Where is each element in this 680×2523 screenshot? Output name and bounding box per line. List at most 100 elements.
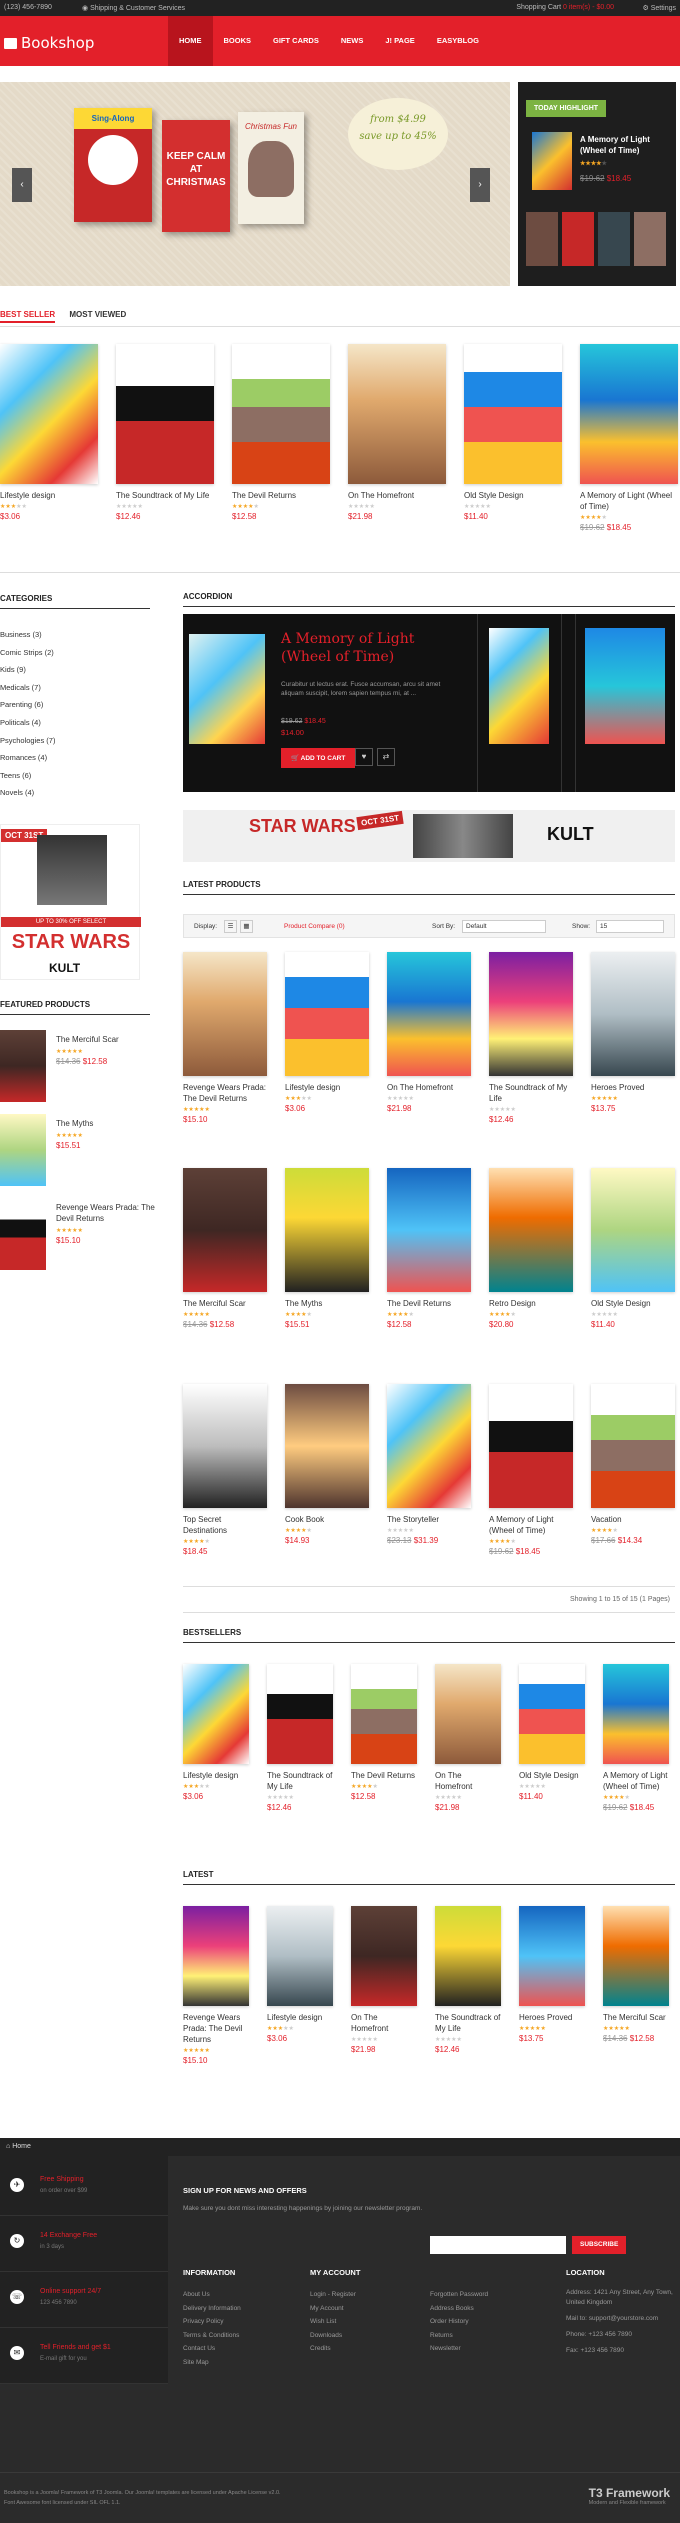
product-cover[interactable] [0,344,98,484]
featured-cover[interactable] [0,1030,46,1102]
product-name[interactable]: The Storyteller [387,1514,471,1525]
product-cover[interactable] [387,1384,471,1508]
footer-account-link[interactable]: Address Books [430,2302,488,2316]
product-cover[interactable] [435,1664,501,1764]
category-item[interactable]: Psychologies (7) [0,732,55,750]
category-item[interactable]: Romances (4) [0,749,55,767]
product-name[interactable]: A Memory of Light (Wheel of Time) [580,490,678,512]
product-card[interactable]: A Memory of Light (Wheel of Time) ★★★★★ $1… [580,344,678,532]
product-compare-link[interactable]: Product Compare (0) [284,923,345,930]
nav-item-books[interactable]: BOOKS [213,16,263,66]
product-name[interactable]: The Soundtrack of My Life [116,490,214,501]
category-item[interactable]: Business (3) [0,626,55,644]
featured-cover[interactable] [0,1198,46,1270]
grid-view-icon[interactable]: ▦ [240,920,253,933]
product-card[interactable]: The Soundtrack of My Life ★★★★★ $12.46 [435,1906,501,2065]
featured-name[interactable]: Revenge Wears Prada: The Devil Returns [56,1202,156,1224]
product-cover[interactable] [580,344,678,484]
slider-prev-button[interactable]: ‹ [12,168,32,202]
product-name[interactable]: Old Style Design [464,490,562,501]
product-cover[interactable] [183,1168,267,1292]
product-name[interactable]: Heroes Proved [591,1082,675,1093]
list-view-icon[interactable]: ☰ [224,920,237,933]
footer-account-link[interactable]: Returns [430,2329,488,2343]
footer-account-link[interactable]: My Account [310,2302,356,2316]
product-cover[interactable] [267,1664,333,1764]
product-card[interactable]: Old Style Design ★★★★★ $11.40 [464,344,562,532]
category-item[interactable]: Comic Strips (2) [0,644,55,662]
add-to-cart-button[interactable]: 🛒 ADD TO CART [281,748,356,768]
product-name[interactable]: The Merciful Scar [603,2012,669,2023]
product-name[interactable]: The Soundtrack of My Life [267,1770,333,1792]
category-item[interactable]: Novels (4) [0,784,55,802]
footer-account-link[interactable]: Credits [310,2342,356,2356]
product-card[interactable]: Old Style Design ★★★★★ $11.40 [591,1168,675,1329]
product-card[interactable]: Lifestyle design ★★★★★ $3.06 [183,1664,249,1812]
product-cover[interactable] [387,1168,471,1292]
product-name[interactable]: The Soundtrack of My Life [435,2012,501,2034]
product-name[interactable]: The Myths [285,1298,369,1309]
category-item[interactable]: Teens (6) [0,767,55,785]
featured-item[interactable]: The Myths ★★★★★ $15.51 [0,1114,156,1186]
accordion-title[interactable]: A Memory of Light (Wheel of Time) [281,630,461,666]
newsletter-email-input[interactable] [430,2236,566,2254]
wide-banner[interactable]: STAR WARS OCT 31ST KULT [183,810,675,862]
product-cover[interactable] [489,952,573,1076]
product-name[interactable]: Revenge Wears Prada: The Devil Returns [183,1082,267,1104]
product-name[interactable]: Old Style Design [591,1298,675,1309]
product-cover[interactable] [603,1906,669,2006]
t3-logo[interactable]: T3 Framework Modern and Flexible framewor… [589,2486,670,2506]
tab-best-seller[interactable]: BEST SELLER [0,310,56,323]
product-cover[interactable] [387,952,471,1076]
product-cover[interactable] [464,344,562,484]
product-name[interactable]: The Soundtrack of My Life [489,1082,573,1104]
footer-account-link[interactable]: Newsletter [430,2342,488,2356]
product-card[interactable]: A Memory of Light (Wheel of Time) ★★★★★ $1… [489,1384,573,1556]
product-card[interactable]: On The Homefront ★★★★★ $21.98 [351,1906,417,2065]
today-title[interactable]: A Memory of Light (Wheel of Time) ★★★★★ … [580,134,660,184]
footer-info-link[interactable]: Contact Us [183,2342,241,2356]
product-card[interactable]: Lifestyle design ★★★★★ $3.06 [0,344,98,532]
product-cover[interactable] [232,344,330,484]
product-cover[interactable] [183,1664,249,1764]
footer-info-link[interactable]: Site Map [183,2356,241,2370]
product-card[interactable]: The Devil Returns ★★★★★ $12.58 [351,1664,417,1812]
product-name[interactable]: Lifestyle design [0,490,98,501]
subscribe-button[interactable]: SUBSCRIBE [572,2236,627,2254]
product-name[interactable]: Old Style Design [519,1770,585,1781]
product-card[interactable]: Vacation ★★★★★ $17.66 $14.34 [591,1384,675,1545]
product-card[interactable]: The Storyteller ★★★★★ $23.13 $31.39 [387,1384,471,1545]
product-cover[interactable] [183,1384,267,1508]
footer-account-link[interactable]: Login - Register [310,2288,356,2302]
product-card[interactable]: The Soundtrack of My Life ★★★★★ $12.46 [267,1664,333,1812]
footer-account-link[interactable]: Forgotten Password [430,2288,488,2302]
product-cover[interactable] [489,1384,573,1508]
product-card[interactable]: Cook Book ★★★★★ $14.93 [285,1384,369,1545]
product-card[interactable]: On The Homefront ★★★★★ $21.98 [435,1664,501,1812]
product-cover[interactable] [183,1906,249,2006]
product-name[interactable]: Top Secret Destinations [183,1514,267,1536]
product-name[interactable]: On The Homefront [435,1770,501,1792]
product-cover[interactable] [285,952,369,1076]
sort-select[interactable]: Default [462,920,546,933]
footer-info-link[interactable]: About Us [183,2288,241,2302]
logo[interactable]: Bookshop [4,34,94,52]
settings-link[interactable]: ⚙ Settings [642,4,676,12]
accordion-thumb-1[interactable] [489,628,549,744]
product-cover[interactable] [348,344,446,484]
featured-name[interactable]: The Merciful Scar [56,1034,156,1045]
thumb-4[interactable] [634,212,666,266]
product-card[interactable]: Revenge Wears Prada: The Devil Returns ★★… [183,952,267,1124]
product-card[interactable]: Lifestyle design ★★★★★ $3.06 [267,1906,333,2065]
product-name[interactable]: Heroes Proved [519,2012,585,2023]
footer-account-link[interactable]: Downloads [310,2329,356,2343]
featured-cover[interactable] [0,1114,46,1186]
product-cover[interactable] [591,952,675,1076]
product-name[interactable]: The Merciful Scar [183,1298,267,1309]
footer-info-link[interactable]: Delivery Information [183,2302,241,2316]
category-item[interactable]: Medicals (7) [0,679,55,697]
product-name[interactable]: A Memory of Light (Wheel of Time) [603,1770,669,1792]
product-card[interactable]: Top Secret Destinations ★★★★★ $18.45 [183,1384,267,1556]
product-cover[interactable] [603,1664,669,1764]
product-name[interactable]: Lifestyle design [267,2012,333,2023]
